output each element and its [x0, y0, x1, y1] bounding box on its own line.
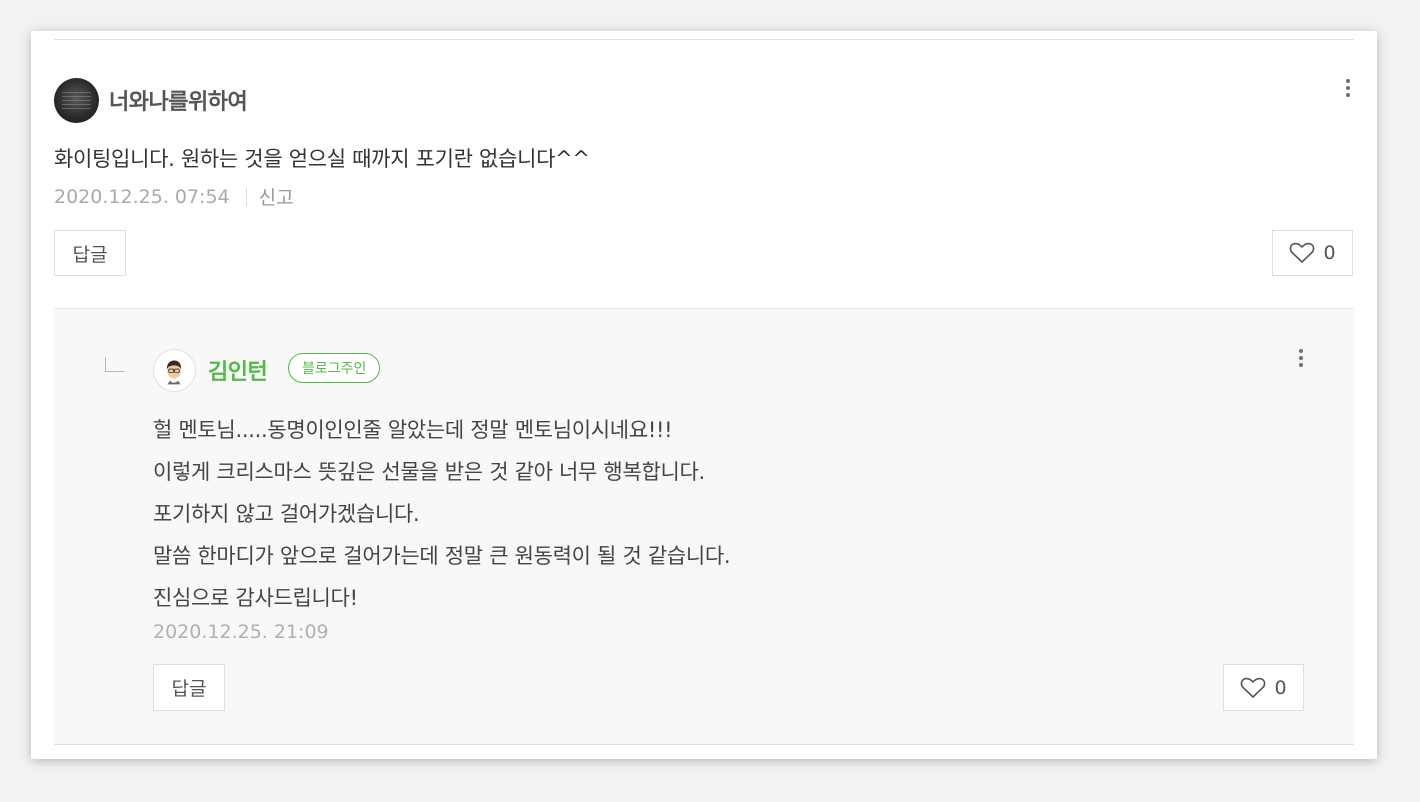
divider	[54, 39, 1354, 40]
blog-owner-badge: 블로그주인	[288, 353, 381, 383]
comment-meta: 2020.12.25. 07:54 신고	[54, 183, 294, 210]
reply-button[interactable]: 답글	[153, 664, 225, 711]
comment-text: 화이팅입니다. 원하는 것을 얻으실 때까지 포기란 없습니다^^	[54, 147, 590, 171]
comment-date: 2020.12.25. 07:54	[54, 185, 230, 208]
like-count: 0	[1274, 676, 1287, 699]
reply-date: 2020.12.25. 21:09	[153, 621, 329, 643]
reply-line: 포기하지 않고 걸어가겠습니다.	[153, 502, 420, 526]
like-count: 0	[1323, 242, 1336, 264]
commenter-name[interactable]: 너와나를위하여	[109, 84, 248, 116]
like-button[interactable]: 0	[1223, 664, 1304, 711]
heart-outline-icon	[1241, 677, 1266, 698]
reply-button[interactable]: 답글	[54, 230, 126, 276]
reply-line: 말씀 한마디가 앞으로 걸어가는데 정말 큰 원동력이 될 것 같습니다.	[153, 544, 731, 568]
meta-divider	[245, 187, 247, 206]
heart-outline-icon	[1290, 242, 1315, 263]
commenter-avatar[interactable]	[54, 78, 99, 123]
comment-panel: 너와나를위하여 화이팅입니다. 원하는 것을 얻으실 때까지 포기란 없습니다^…	[31, 31, 1377, 759]
avatar-image	[62, 92, 91, 110]
reply-line: 진심으로 감사드립니다!	[153, 586, 358, 610]
reply-indent-icon	[105, 357, 124, 372]
reply-line: 이렇게 크리스마스 뜻깊은 선물을 받은 것 같아 너무 행복합니다.	[153, 460, 705, 484]
person-face-icon	[166, 360, 182, 385]
divider	[54, 744, 1354, 745]
reply-text: 헐 멘토님.....동명이인인줄 알았는데 정말 멘토님이시네요!!! 이렇게 …	[153, 409, 731, 619]
reply-line: 헐 멘토님.....동명이인인줄 알았는데 정말 멘토님이시네요!!!	[153, 418, 673, 442]
like-button[interactable]: 0	[1272, 230, 1353, 276]
report-link[interactable]: 신고	[259, 183, 294, 210]
blog-owner-name[interactable]: 김인턴	[208, 354, 268, 386]
more-options-icon[interactable]	[1345, 79, 1351, 97]
blog-owner-avatar[interactable]	[153, 349, 196, 392]
more-options-icon[interactable]	[1298, 349, 1304, 367]
